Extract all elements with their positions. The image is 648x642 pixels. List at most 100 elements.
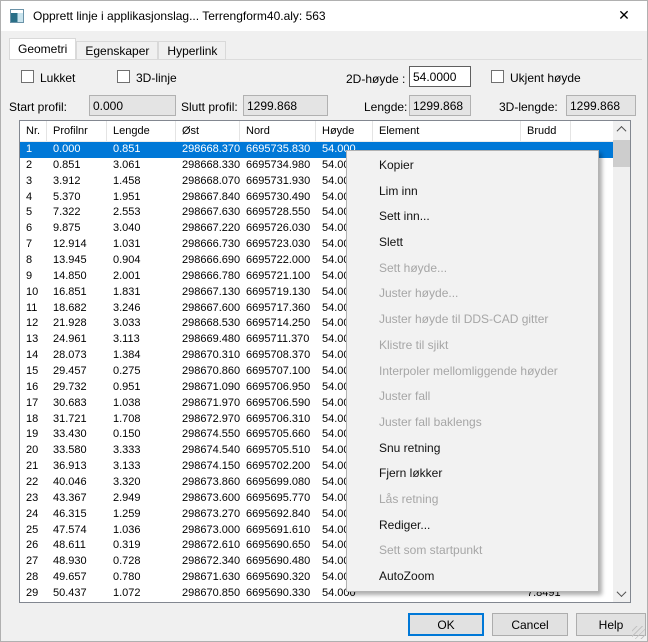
table-cell: 0.851 <box>107 142 176 158</box>
table-cell: 6695706.310 <box>240 412 316 428</box>
ok-button[interactable]: OK <box>408 613 484 636</box>
column-header-nr[interactable]: Nr. <box>20 121 47 141</box>
tab-egenskaper[interactable]: Egenskaper <box>76 41 158 60</box>
table-cell: 36.913 <box>47 459 107 475</box>
table-cell: 1.458 <box>107 174 176 190</box>
2d-hoyde-label: 2D-høyde : <box>346 72 405 86</box>
menu-item-sett-h-yde[interactable]: Sett høyde... <box>347 256 598 282</box>
table-cell: 6695691.610 <box>240 523 316 539</box>
table-cell: 298673.270 <box>176 507 240 523</box>
table-cell: 298674.150 <box>176 459 240 475</box>
chevron-up-icon <box>617 126 627 136</box>
table-cell: 0.000 <box>47 142 107 158</box>
column-header-h-yde[interactable]: Høyde <box>316 121 373 141</box>
table-cell: 1.036 <box>107 523 176 539</box>
title-bar[interactable]: Opprett linje i applikasjonslag... Terre… <box>1 1 647 31</box>
table-cell: 6695692.840 <box>240 507 316 523</box>
table-cell: 0.150 <box>107 427 176 443</box>
table-cell: 6695726.030 <box>240 221 316 237</box>
table-cell: 17 <box>20 396 47 412</box>
table-cell: 6695714.250 <box>240 316 316 332</box>
table-cell: 0.319 <box>107 538 176 554</box>
menu-item-juster-fall-baklengs[interactable]: Juster fall baklengs <box>347 410 598 436</box>
tab-strip: GeometriEgenskaperHyperlink <box>9 38 226 60</box>
table-cell: 1.038 <box>107 396 176 412</box>
column-header-element[interactable]: Element <box>373 121 521 141</box>
lukket-checkbox[interactable] <box>21 70 34 83</box>
table-cell: 298668.530 <box>176 316 240 332</box>
scroll-up-button[interactable] <box>613 121 630 138</box>
close-button[interactable]: ✕ <box>601 1 647 30</box>
table-cell: 1.951 <box>107 190 176 206</box>
menu-item-autozoom[interactable]: AutoZoom <box>347 564 598 590</box>
table-cell: 48.930 <box>47 554 107 570</box>
table-cell: 3.333 <box>107 443 176 459</box>
table-cell: 6695690.330 <box>240 586 316 602</box>
menu-item-snu-retning[interactable]: Snu retning <box>347 436 598 462</box>
menu-item-rediger[interactable]: Rediger... <box>347 513 598 539</box>
table-cell: 20 <box>20 443 47 459</box>
table-cell: 6695734.980 <box>240 158 316 174</box>
tab-hyperlink[interactable]: Hyperlink <box>158 41 226 60</box>
table-cell: 298668.330 <box>176 158 240 174</box>
column-header-lengde[interactable]: Lengde <box>107 121 176 141</box>
table-cell: 47.574 <box>47 523 107 539</box>
table-cell: 43.367 <box>47 491 107 507</box>
table-cell: 298668.070 <box>176 174 240 190</box>
menu-item-kopier[interactable]: Kopier <box>347 153 598 179</box>
table-cell: 6695711.370 <box>240 332 316 348</box>
table-cell: 298672.340 <box>176 554 240 570</box>
menu-item-sett-inn[interactable]: Sett inn... <box>347 204 598 230</box>
start-profil-label: Start profil: <box>9 100 67 114</box>
table-cell: 298671.630 <box>176 570 240 586</box>
menu-item-lim-inn[interactable]: Lim inn <box>347 179 598 205</box>
menu-item-l-s-retning[interactable]: Lås retning <box>347 487 598 513</box>
table-cell: 298671.090 <box>176 380 240 396</box>
table-cell: 10 <box>20 285 47 301</box>
column-header-st[interactable]: Øst <box>176 121 240 141</box>
table-cell: 298674.540 <box>176 443 240 459</box>
menu-item-juster-h-yde-til-dds-cad-gitter[interactable]: Juster høyde til DDS-CAD gitter <box>347 307 598 333</box>
scrollbar-thumb[interactable] <box>613 140 630 167</box>
table-cell: 31.721 <box>47 412 107 428</box>
column-header-profilnr[interactable]: Profilnr <box>47 121 107 141</box>
menu-item-sett-som-startpunkt[interactable]: Sett som startpunkt <box>347 538 598 564</box>
ukjent-hoyde-checkbox[interactable] <box>491 70 504 83</box>
lukket-label: Lukket <box>40 71 75 85</box>
table-cell: 3.061 <box>107 158 176 174</box>
menu-item-slett[interactable]: Slett <box>347 230 598 256</box>
column-header-nord[interactable]: Nord <box>240 121 316 141</box>
table-cell: 19 <box>20 427 47 443</box>
2d-hoyde-input[interactable] <box>409 66 471 87</box>
table-cell: 298672.610 <box>176 538 240 554</box>
menu-item-juster-fall[interactable]: Juster fall <box>347 384 598 410</box>
close-icon: ✕ <box>618 7 630 24</box>
resize-grip[interactable] <box>632 626 645 639</box>
menu-item-klistre-til-sjikt[interactable]: Klistre til sjikt <box>347 333 598 359</box>
table-cell: 6695728.550 <box>240 205 316 221</box>
3d-lengde-label: 3D-lengde: <box>499 100 558 114</box>
table-cell: 2.553 <box>107 205 176 221</box>
table-cell: 14 <box>20 348 47 364</box>
tab-geometri[interactable]: Geometri <box>9 38 76 60</box>
table-cell: 2 <box>20 158 47 174</box>
3d-linje-checkbox[interactable] <box>117 70 130 83</box>
scroll-down-button[interactable] <box>613 585 630 602</box>
3d-lengde-field <box>566 95 636 116</box>
cancel-button[interactable]: Cancel <box>492 613 568 636</box>
table-cell: 0.951 <box>107 380 176 396</box>
menu-item-juster-h-yde[interactable]: Juster høyde... <box>347 281 598 307</box>
table-cell: 0.275 <box>107 364 176 380</box>
table-cell: 2.001 <box>107 269 176 285</box>
menu-item-fjern-l-kker[interactable]: Fjern løkker <box>347 461 598 487</box>
menu-item-interpoler-mellomliggende-h-yder[interactable]: Interpoler mellomliggende høyder <box>347 359 598 385</box>
table-cell: 4 <box>20 190 47 206</box>
table-cell: 6695690.480 <box>240 554 316 570</box>
vertical-scrollbar[interactable] <box>613 121 630 602</box>
table-cell: 6695706.950 <box>240 380 316 396</box>
table-cell: 6695717.360 <box>240 301 316 317</box>
table-cell: 3.246 <box>107 301 176 317</box>
column-header-brudd[interactable]: Brudd <box>521 121 571 141</box>
table-cell: 298673.600 <box>176 491 240 507</box>
table-cell: 30.683 <box>47 396 107 412</box>
